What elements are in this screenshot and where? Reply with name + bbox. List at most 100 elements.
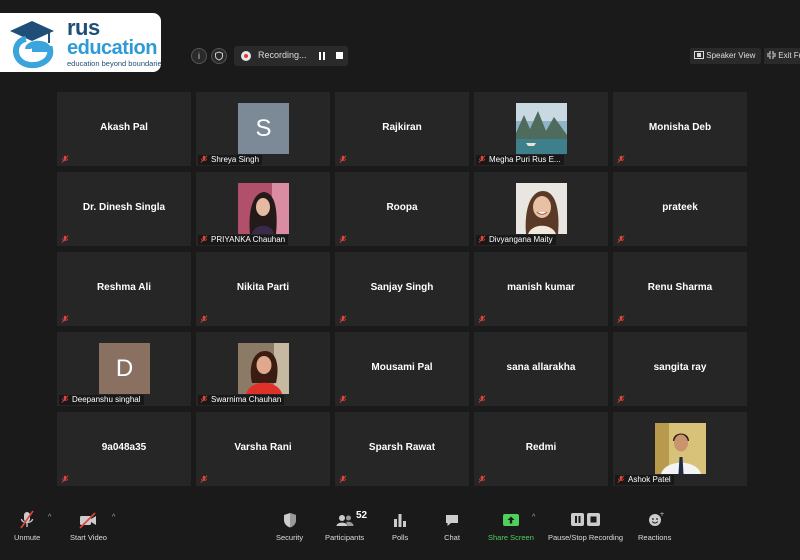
participant-tile[interactable]: Reshma Ali <box>57 252 191 326</box>
speaker-view-button[interactable]: Speaker View <box>690 48 762 64</box>
participant-tile[interactable]: sangita ray <box>613 332 747 406</box>
share-screen-arrow-icon <box>502 514 519 526</box>
participant-tile[interactable]: Redmi <box>474 412 608 486</box>
participant-tile[interactable]: Swarnima Chauhan <box>196 332 330 406</box>
participant-name: Dr. Dinesh Singla <box>82 202 166 213</box>
mute-indicator <box>59 315 71 325</box>
mute-indicator <box>337 155 349 165</box>
share-options-chevron-icon[interactable]: ^ <box>532 514 535 521</box>
stop-recording-icon[interactable] <box>336 52 343 59</box>
participant-avatar: D <box>99 343 150 394</box>
exit-fullscreen-button[interactable]: Exit Full Screen <box>764 48 800 64</box>
mute-indicator <box>59 235 71 245</box>
recording-dot-icon <box>241 51 251 61</box>
muted-mic-icon <box>617 155 625 163</box>
share-screen-button[interactable]: Share Screen <box>488 510 534 542</box>
security-label: Security <box>276 533 304 542</box>
participants-count: 52 <box>356 510 368 521</box>
participant-tile[interactable]: Roopa <box>335 172 469 246</box>
pause-recording-icon[interactable] <box>319 52 326 60</box>
participant-tile[interactable]: Sparsh Rawat <box>335 412 469 486</box>
meeting-info-icon[interactable]: i <box>191 48 207 64</box>
start-video-button[interactable]: Start Video <box>70 510 107 542</box>
muted-mic-icon <box>339 395 347 403</box>
participant-photo <box>516 103 567 154</box>
mute-indicator <box>59 475 71 485</box>
participant-name: manish kumar <box>507 282 575 293</box>
exit-fullscreen-icon <box>767 51 776 59</box>
svg-text:+: + <box>659 511 664 518</box>
polls-button[interactable]: Polls <box>392 510 408 542</box>
participant-tile[interactable]: Ashok Patel <box>613 412 747 486</box>
participant-avatar: S <box>238 103 289 154</box>
logo-mark-icon <box>10 21 54 69</box>
logo-tagline: education beyond boundaries <box>67 59 161 68</box>
security-shield-icon <box>283 513 296 528</box>
pause-stop-recording-button[interactable]: Pause/Stop Recording <box>548 510 623 542</box>
mute-indicator <box>476 395 488 405</box>
mute-indicator <box>476 315 488 325</box>
participant-tile[interactable]: sana allarakha <box>474 332 608 406</box>
participant-gallery: Akash Pal S Shreya Singh Rajkiran Megha Puri… <box>57 92 747 486</box>
muted-mic-icon <box>339 315 347 323</box>
exit-fullscreen-label: Exit Full Screen <box>778 51 800 60</box>
participant-tile[interactable]: Divyangana Maity <box>474 172 608 246</box>
participant-tile[interactable]: S Shreya Singh <box>196 92 330 166</box>
participant-tile[interactable]: Nikita Parti <box>196 252 330 326</box>
participant-tile[interactable]: Megha Puri Rus E... <box>474 92 608 166</box>
muted-mic-icon <box>478 475 486 483</box>
mute-indicator <box>615 315 627 325</box>
security-button[interactable]: Security <box>276 510 303 542</box>
participant-name-tag: Deepanshu singhal <box>59 395 144 405</box>
encryption-shield-icon[interactable] <box>211 48 227 64</box>
participant-tile[interactable]: manish kumar <box>474 252 608 326</box>
participant-photo <box>238 343 289 394</box>
speaker-view-label: Speaker View <box>706 51 756 60</box>
muted-mic-icon <box>20 510 34 529</box>
participant-tile[interactable]: Sanjay Singh <box>335 252 469 326</box>
muted-mic-icon <box>339 475 347 483</box>
participant-tile[interactable]: Monisha Deb <box>613 92 747 166</box>
participants-label: Participants <box>325 533 365 542</box>
muted-mic-icon <box>478 315 486 323</box>
participant-name: sana allarakha <box>506 362 576 373</box>
logo-brand-line2: education <box>67 37 157 59</box>
chat-label: Chat <box>444 533 460 542</box>
participant-tile[interactable]: 9a048a35 <box>57 412 191 486</box>
pause-stop-recording-icon <box>570 513 600 526</box>
unmute-button[interactable]: Unmute <box>14 510 40 542</box>
participant-name: Sparsh Rawat <box>368 442 436 453</box>
participant-tile[interactable]: Renu Sharma <box>613 252 747 326</box>
reactions-button[interactable]: + Reactions <box>638 510 671 542</box>
participant-name: Akash Pal <box>100 122 148 133</box>
participant-name: Sanjay Singh <box>370 282 434 293</box>
chat-button[interactable]: Chat <box>444 510 460 542</box>
muted-mic-icon <box>478 155 486 163</box>
video-off-icon <box>79 512 97 529</box>
video-options-chevron-icon[interactable]: ^ <box>112 514 115 521</box>
muted-mic-icon <box>61 475 69 483</box>
participant-name: Varsha Rani <box>234 442 292 453</box>
participant-photo <box>516 183 567 234</box>
participant-tile[interactable]: Varsha Rani <box>196 412 330 486</box>
participant-name: Deepanshu singhal <box>72 395 141 404</box>
participant-tile[interactable]: prateek <box>613 172 747 246</box>
mute-indicator <box>337 475 349 485</box>
participant-name-tag: Divyangana Maity <box>476 235 556 245</box>
share-screen-label: Share Screen <box>488 533 534 542</box>
participant-tile[interactable]: D Deepanshu singhal <box>57 332 191 406</box>
participant-name-tag: Megha Puri Rus E... <box>476 155 564 165</box>
participant-tile[interactable]: Dr. Dinesh Singla <box>57 172 191 246</box>
audio-options-chevron-icon[interactable]: ^ <box>48 514 51 521</box>
participant-name: Mousami Pal <box>371 362 433 373</box>
speaker-view-icon <box>694 51 704 59</box>
participant-tile[interactable]: Rajkiran <box>335 92 469 166</box>
reactions-label: Reactions <box>638 533 672 542</box>
participant-tile[interactable]: PRIYANKA Chauhan <box>196 172 330 246</box>
participant-tile[interactable]: Mousami Pal <box>335 332 469 406</box>
muted-mic-icon <box>61 395 69 403</box>
participant-tile[interactable]: Akash Pal <box>57 92 191 166</box>
muted-mic-icon <box>617 395 625 403</box>
participant-name: Roopa <box>386 202 418 213</box>
muted-mic-icon <box>61 155 69 163</box>
